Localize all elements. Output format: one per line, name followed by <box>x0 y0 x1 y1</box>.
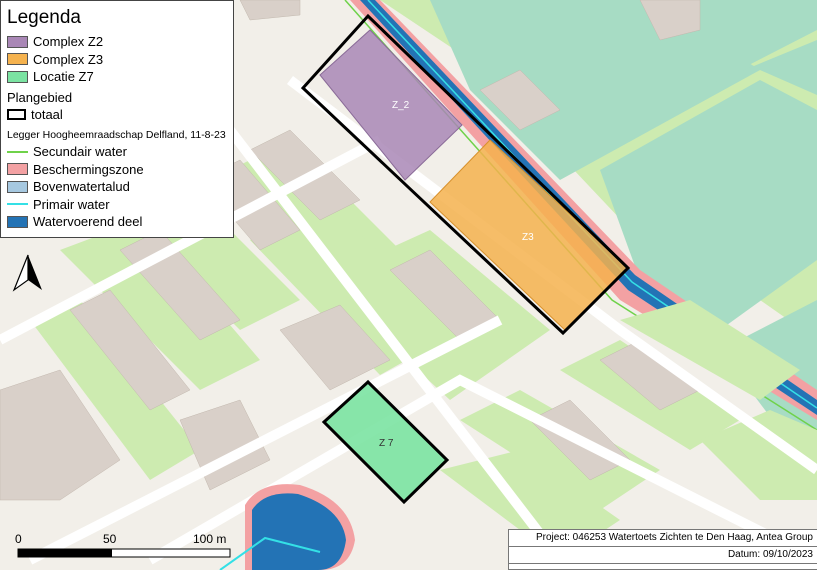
area-label-z2: Z_2 <box>392 100 410 111</box>
legend-item-secundair-water: Secundair water <box>7 143 227 161</box>
legend-item-totaal: totaal <box>7 106 227 124</box>
legend-item-complex-z2: Complex Z2 <box>7 33 227 51</box>
swatch-secundair-water <box>7 150 28 153</box>
project-info-extra <box>508 563 817 570</box>
legend-item-complex-z3: Complex Z3 <box>7 51 227 69</box>
swatch-beschermingszone <box>7 163 28 176</box>
legend: Legenda Complex Z2 Complex Z3 Locatie Z7… <box>0 0 234 238</box>
swatch-complex-z3 <box>7 53 28 66</box>
swatch-complex-z2 <box>7 35 28 48</box>
project-date: Datum: 09/10/2023 <box>508 546 817 564</box>
legend-title: Legenda <box>7 7 81 28</box>
legend-item-watervoerend-deel: Watervoerend deel <box>7 213 227 231</box>
legend-label: Complex Z2 <box>33 34 104 50</box>
scale-label-50: 50 <box>103 532 117 546</box>
legend-label: Secundair water <box>33 144 127 160</box>
legend-label: totaal <box>31 106 63 122</box>
legend-item-primair-water: Primair water <box>7 196 227 214</box>
legend-label: Primair water <box>33 196 110 212</box>
legend-label: Beschermingszone <box>33 161 144 177</box>
legend-item-beschermingszone: Beschermingszone <box>7 161 227 179</box>
area-label-z3: Z3 <box>522 232 534 243</box>
legend-label: Complex Z3 <box>33 51 104 67</box>
legend-source-heading: Legger Hoogheemraadschap Delfland, 11-8-… <box>7 129 226 141</box>
legend-item-locatie-z7: Locatie Z7 <box>7 68 227 86</box>
area-label-z7: Z 7 <box>379 438 394 449</box>
swatch-locatie-z7 <box>7 70 28 83</box>
legend-label: Locatie Z7 <box>33 69 94 85</box>
project-info: Project: 046253 Watertoets Zichten te De… <box>508 529 817 547</box>
swatch-bovenwatertalud <box>7 180 28 193</box>
legend-label: Bovenwatertalud <box>33 179 130 195</box>
scale-label-0: 0 <box>15 532 22 546</box>
swatch-totaal <box>7 108 26 120</box>
scale-label-100m: 100 m <box>193 532 227 546</box>
legend-plangebied-heading: Plangebied <box>7 89 73 105</box>
legend-label: Watervoerend deel <box>33 214 143 230</box>
swatch-watervoerend-deel <box>7 215 28 228</box>
swatch-primair-water <box>7 203 28 206</box>
scale-bar <box>17 548 231 558</box>
legend-item-bovenwatertalud: Bovenwatertalud <box>7 178 227 196</box>
